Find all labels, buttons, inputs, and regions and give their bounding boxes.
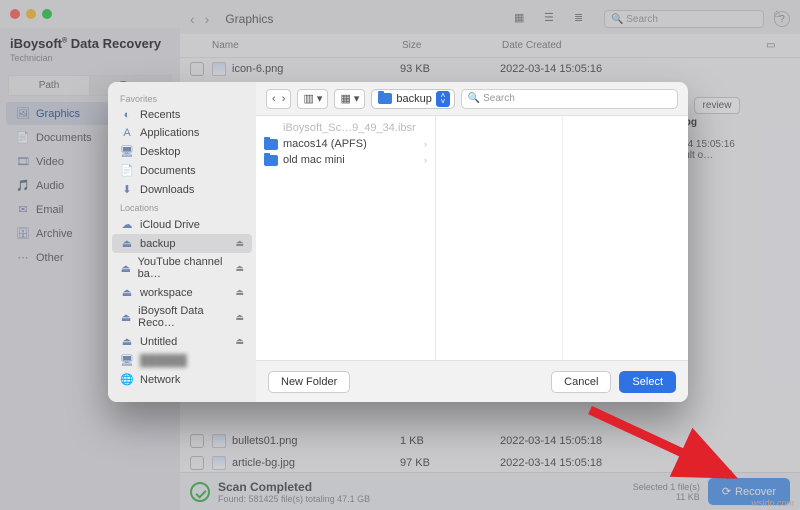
- drive-icon: ⏏: [120, 262, 132, 275]
- sidebar-loc-item[interactable]: ⏏workspace⏏: [112, 283, 252, 302]
- sidebar-icon: 🖥: [120, 145, 134, 158]
- sidebar-fav-documents[interactable]: 📄Documents: [112, 161, 252, 180]
- sidebar-loc-item[interactable]: ⏏iBoysoft Data Reco…⏏: [112, 302, 252, 332]
- sidebar-loc-item[interactable]: 🖥██████: [112, 351, 252, 370]
- eject-icon[interactable]: ⏏: [235, 287, 244, 298]
- eject-icon[interactable]: ⏏: [235, 238, 244, 249]
- sidebar-loc-item[interactable]: 🌐Network: [112, 370, 252, 389]
- save-sheet: Favorites ◐RecentsAApplications🖥Desktop📄…: [108, 82, 688, 402]
- sidebar-fav-desktop[interactable]: 🖥Desktop: [112, 142, 252, 161]
- sidebar-icon: ⬇: [120, 183, 134, 196]
- chevron-right-icon: ›: [424, 155, 427, 165]
- drive-icon: 🖥: [120, 354, 134, 367]
- sidebar-fav-downloads[interactable]: ⬇Downloads: [112, 180, 252, 199]
- folder-icon: [264, 155, 278, 166]
- new-folder-button[interactable]: New Folder: [268, 371, 350, 393]
- eject-icon[interactable]: ⏏: [235, 263, 244, 274]
- sidebar-icon: 📄: [120, 164, 134, 177]
- chevron-right-icon: ›: [424, 139, 427, 149]
- sheet-search-input[interactable]: 🔍 Search: [461, 89, 678, 109]
- drive-icon: ⏏: [120, 335, 134, 348]
- drive-icon: ⏏: [120, 237, 134, 250]
- column-item: iBoysoft_Sc…9_49_34.ibsr: [256, 120, 435, 136]
- sheet-nav-back-fwd[interactable]: ‹ ›: [266, 89, 291, 109]
- sidebar-icon: ◐: [120, 109, 134, 121]
- sidebar-loc-item[interactable]: ⏏Untitled⏏: [112, 332, 252, 351]
- sidebar-fav-recents[interactable]: ◐Recents: [112, 106, 252, 124]
- column-item[interactable]: old mac mini›: [256, 152, 435, 168]
- folder-icon: [264, 139, 278, 150]
- sheet-view-columns[interactable]: ▥ ▾: [297, 89, 328, 109]
- sidebar-loc-item[interactable]: ⏏backup⏏: [112, 234, 252, 253]
- column-item[interactable]: macos14 (APFS)›: [256, 136, 435, 152]
- locations-header: Locations: [112, 199, 252, 215]
- folder-icon: [378, 93, 392, 104]
- sidebar-icon: A: [120, 127, 134, 139]
- sidebar-fav-applications[interactable]: AApplications: [112, 124, 252, 142]
- location-popup[interactable]: backup ˄˅: [371, 89, 454, 109]
- popup-carets-icon: ˄˅: [436, 91, 450, 107]
- drive-icon: ⏏: [120, 286, 134, 299]
- select-button[interactable]: Select: [619, 371, 676, 393]
- drive-icon: 🌐: [120, 373, 134, 386]
- eject-icon[interactable]: ⏏: [235, 312, 244, 323]
- eject-icon[interactable]: ⏏: [235, 336, 244, 347]
- drive-icon: ⏏: [120, 311, 132, 324]
- sidebar-loc-item[interactable]: ☁iCloud Drive: [112, 215, 252, 234]
- drive-icon: ☁: [120, 218, 134, 231]
- cancel-button[interactable]: Cancel: [551, 371, 611, 393]
- favorites-header: Favorites: [112, 90, 252, 106]
- sidebar-loc-item[interactable]: ⏏YouTube channel ba…⏏: [112, 253, 252, 283]
- sheet-group-icon[interactable]: ▦ ▾: [334, 89, 365, 109]
- watermark: wsldn.com: [751, 498, 794, 508]
